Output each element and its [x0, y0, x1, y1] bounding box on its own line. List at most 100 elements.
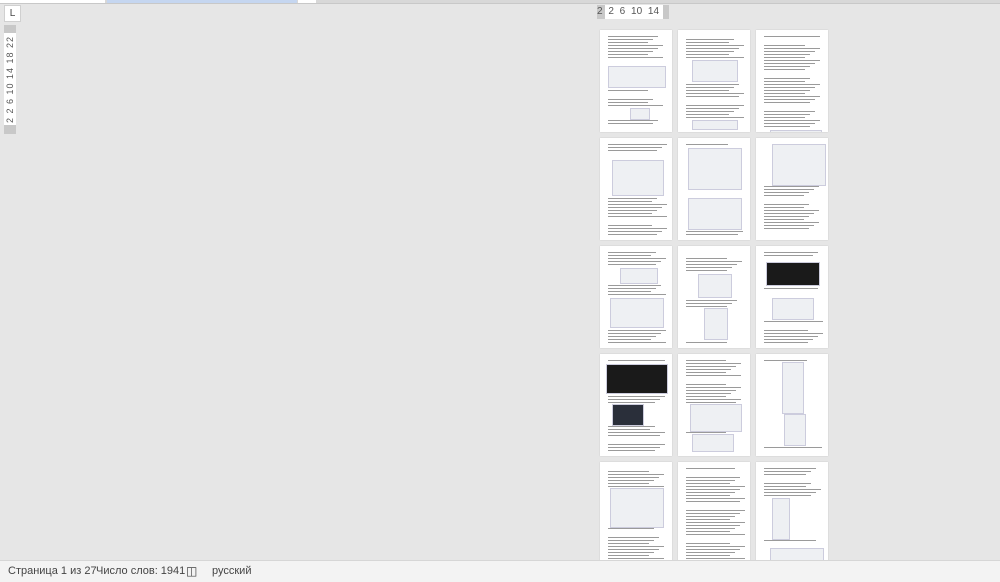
text-line: [608, 546, 664, 547]
page-thumbnail[interactable]: [756, 462, 828, 564]
page-thumbnail[interactable]: [756, 30, 828, 132]
tab-selector-button[interactable]: L: [4, 5, 21, 22]
text-line: [608, 429, 650, 430]
embedded-image: [630, 108, 650, 120]
horizontal-scrollbar[interactable]: [0, 0, 1000, 4]
text-line: [608, 333, 661, 334]
text-line: [686, 42, 729, 43]
language-indicator[interactable]: русский: [212, 565, 251, 577]
text-line: [686, 396, 726, 397]
text-line: [608, 252, 656, 253]
page-thumbnail[interactable]: [600, 138, 672, 240]
text-line: [764, 288, 818, 289]
text-line: [686, 555, 730, 556]
text-line: [686, 114, 729, 115]
page-thumbnail[interactable]: [678, 462, 750, 564]
embedded-image: [612, 404, 644, 426]
text-line: [764, 321, 823, 322]
text-line: [764, 69, 805, 70]
page-thumbnail[interactable]: [678, 30, 750, 132]
text-line: [764, 483, 811, 484]
text-line: [686, 375, 741, 376]
vertical-ruler[interactable]: 2 2 6 10 14 18 22: [4, 25, 16, 134]
embedded-image: [784, 414, 806, 446]
page-thumbnail[interactable]: [756, 246, 828, 348]
text-line: [764, 54, 810, 55]
text-line: [608, 444, 665, 445]
text-line: [608, 150, 657, 151]
text-line: [608, 360, 665, 361]
text-line: [686, 393, 731, 394]
page-thumbnail[interactable]: [600, 354, 672, 456]
text-line: [686, 57, 744, 58]
embedded-image: [772, 498, 790, 540]
text-line: [608, 435, 660, 436]
book-check-icon[interactable]: ◫: [186, 564, 197, 578]
text-line: [764, 360, 807, 361]
text-line: [608, 39, 653, 40]
text-line: [764, 339, 813, 340]
horizontal-ruler[interactable]: 2 2 6 10 14: [597, 5, 669, 19]
text-line: [608, 147, 662, 148]
text-line: [764, 540, 816, 541]
text-line: [686, 105, 744, 106]
text-line: [686, 522, 745, 523]
text-line: [764, 471, 811, 472]
text-line: [764, 117, 805, 118]
page-thumbnail[interactable]: [600, 246, 672, 348]
text-line: [764, 195, 804, 196]
text-line: [686, 234, 738, 235]
text-line: [608, 255, 651, 256]
page-thumbnail[interactable]: [678, 246, 750, 348]
text-line: [764, 36, 820, 37]
page-thumbnail[interactable]: [678, 354, 750, 456]
text-line: [608, 48, 658, 49]
embedded-image: [610, 488, 664, 528]
page-thumbnail[interactable]: [678, 138, 750, 240]
page-thumbnail[interactable]: [600, 462, 672, 564]
text-line: [764, 492, 816, 493]
text-line: [686, 342, 727, 343]
text-line: [764, 225, 814, 226]
text-line: [764, 207, 804, 208]
page-thumbnail[interactable]: [756, 138, 828, 240]
text-line: [764, 96, 820, 97]
text-line: [764, 336, 818, 337]
text-line: [686, 108, 739, 109]
text-line: [686, 90, 729, 91]
text-line: [686, 543, 730, 544]
text-line: [686, 39, 734, 40]
text-line: [608, 57, 663, 58]
text-line: [686, 366, 736, 367]
text-line: [764, 78, 810, 79]
word-count[interactable]: Число слов: 1941: [96, 565, 185, 577]
text-line: [686, 48, 739, 49]
text-line: [764, 57, 805, 58]
text-line: [686, 303, 732, 304]
text-line: [608, 294, 666, 295]
text-line: [686, 390, 736, 391]
text-line: [764, 48, 820, 49]
text-line: [764, 330, 808, 331]
text-line: [764, 84, 820, 85]
page-count[interactable]: Страница 1 из 27: [8, 565, 97, 577]
embedded-image: [606, 364, 668, 394]
text-line: [764, 468, 816, 469]
text-line: [608, 399, 660, 400]
text-line: [608, 231, 662, 232]
page-thumbnail[interactable]: [756, 354, 828, 456]
text-line: [608, 336, 656, 337]
embedded-image: [612, 160, 664, 196]
text-line: [686, 306, 727, 307]
text-line: [686, 480, 735, 481]
page-thumbnail[interactable]: [600, 30, 672, 132]
text-line: [686, 468, 735, 469]
text-line: [608, 207, 662, 208]
text-line: [686, 87, 734, 88]
scroll-thumb[interactable]: [107, 0, 297, 3]
text-line: [608, 528, 654, 529]
status-bar: Страница 1 из 27 Число слов: 1941 ◫ русс…: [0, 560, 1000, 582]
text-line: [764, 255, 813, 256]
text-line: [608, 90, 648, 91]
text-line: [686, 300, 737, 301]
